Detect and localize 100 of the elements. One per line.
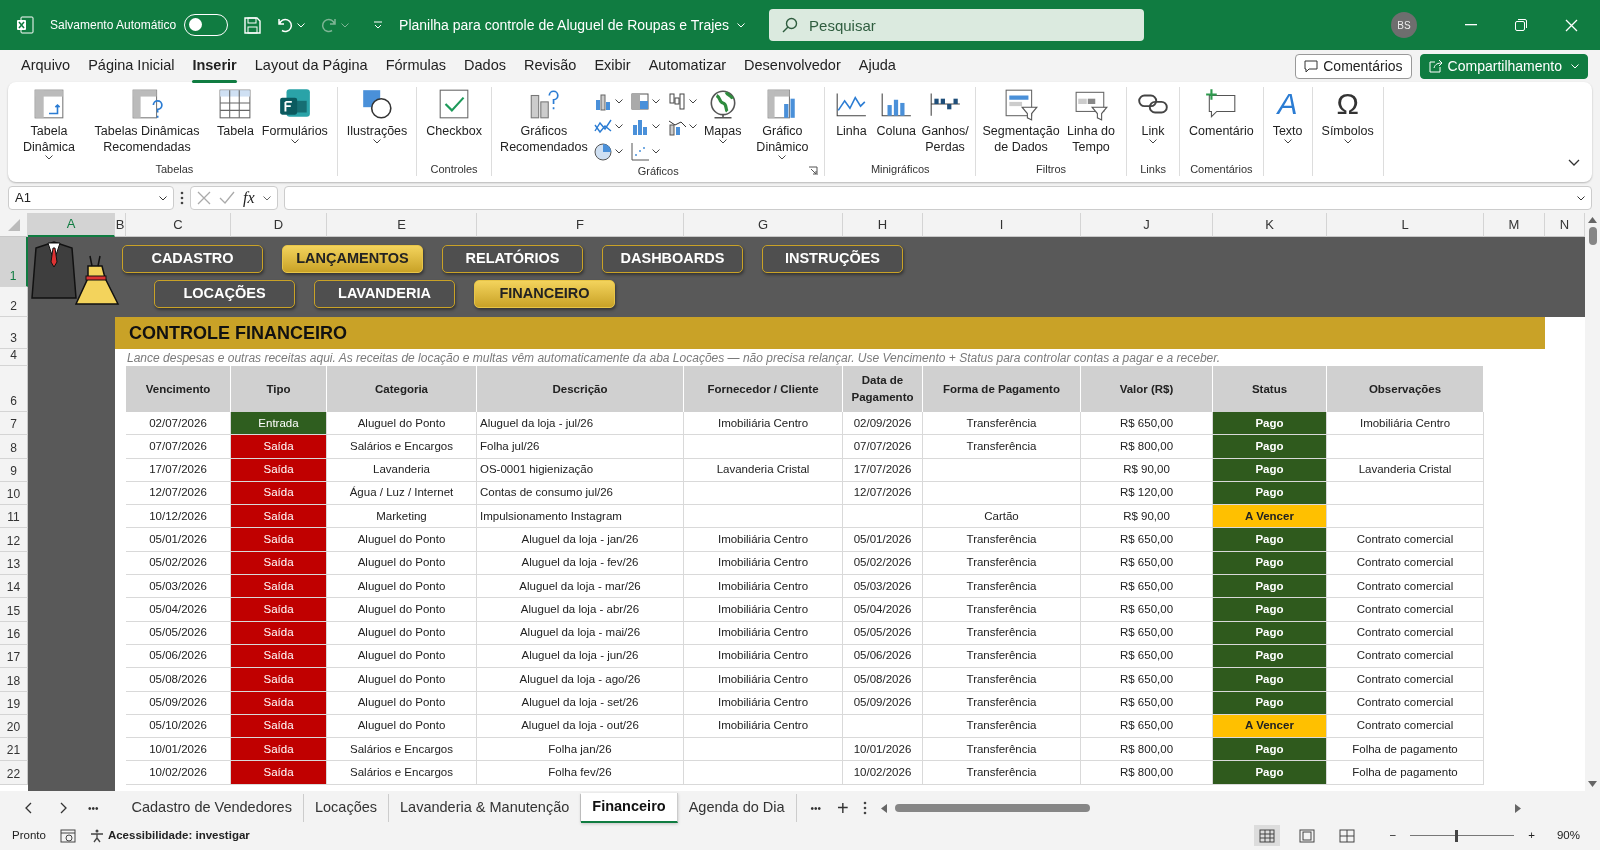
menu-tab[interactable]: Fórmulas bbox=[376, 51, 456, 81]
ribbon-button[interactable]: Ilustrações bbox=[343, 87, 411, 162]
zoom-out-button[interactable]: − bbox=[1389, 826, 1397, 845]
menu-tab[interactable]: Arquivo bbox=[12, 51, 80, 81]
column-header[interactable]: G bbox=[684, 213, 843, 237]
row-header[interactable]: 12 bbox=[0, 528, 28, 552]
row-header[interactable]: 9 bbox=[0, 458, 28, 482]
sheet-tab[interactable]: Agenda do Dia bbox=[677, 794, 797, 822]
row-header[interactable]: 11 bbox=[0, 505, 28, 529]
nav-button[interactable]: CADASTRO bbox=[122, 245, 263, 273]
accessibility-icon[interactable] bbox=[89, 828, 104, 843]
row-header[interactable]: 17 bbox=[0, 644, 28, 669]
menu-tab[interactable]: Automatizar bbox=[639, 51, 736, 81]
row-header[interactable]: 16 bbox=[0, 621, 28, 645]
ribbon-button[interactable]: Tabelas Dinâmicas Recomendadas bbox=[82, 87, 212, 162]
dialog-launcher-icon[interactable] bbox=[808, 166, 819, 176]
save-icon[interactable] bbox=[244, 16, 262, 34]
menu-tab[interactable]: Ajuda bbox=[849, 51, 905, 81]
nav-button[interactable]: LOCAÇÕES bbox=[154, 280, 295, 308]
menu-tab[interactable]: Dados bbox=[455, 51, 515, 81]
nav-button[interactable]: RELATÓRIOS bbox=[442, 245, 583, 273]
column-header[interactable]: N bbox=[1545, 213, 1585, 237]
scrollbar-thumb[interactable] bbox=[1588, 227, 1597, 245]
scrollbar-thumb[interactable] bbox=[894, 804, 1090, 812]
search-field[interactable]: Pesquisar bbox=[769, 9, 1145, 41]
row-header[interactable]: 18 bbox=[0, 668, 28, 692]
minimize-icon[interactable] bbox=[1465, 24, 1477, 26]
customize-icon[interactable] bbox=[373, 21, 384, 29]
ribbon-button[interactable]: Checkbox bbox=[423, 87, 485, 162]
row-header[interactable]: 21 bbox=[0, 738, 28, 762]
column-header[interactable]: A bbox=[28, 213, 115, 237]
zoom-thumb[interactable] bbox=[1454, 829, 1458, 842]
ribbon-button[interactable]: Coluna bbox=[873, 87, 920, 162]
menu-tab[interactable]: Exibir bbox=[585, 51, 640, 81]
avatar[interactable]: BS bbox=[1391, 12, 1417, 38]
menu-tab[interactable]: Revisão bbox=[515, 51, 586, 81]
sheet-tab[interactable]: Locações bbox=[303, 794, 389, 822]
ribbon-button[interactable]: Mapas bbox=[700, 87, 745, 164]
row-header[interactable]: 10 bbox=[0, 481, 28, 506]
nav-button[interactable]: LANÇAMENTOS bbox=[282, 245, 423, 273]
column-header[interactable]: J bbox=[1081, 213, 1213, 237]
column-header[interactable]: E bbox=[327, 213, 477, 237]
formula-input[interactable] bbox=[283, 186, 1592, 210]
column-header[interactable]: F bbox=[477, 213, 684, 237]
options-icon[interactable] bbox=[862, 801, 867, 815]
scroll-down-icon[interactable] bbox=[1588, 781, 1597, 787]
more-sheets-button[interactable]: ••• bbox=[82, 800, 105, 816]
nav-button[interactable]: FINANCEIRO bbox=[474, 280, 615, 308]
row-header[interactable]: 22 bbox=[0, 761, 28, 785]
insert-function-button[interactable]: fx bbox=[243, 186, 255, 210]
column-header[interactable]: D bbox=[231, 213, 327, 237]
share-button[interactable]: Compartilhamento bbox=[1419, 53, 1588, 79]
excel-icon[interactable] bbox=[16, 16, 34, 34]
row-header[interactable]: 19 bbox=[0, 691, 28, 715]
row-header[interactable]: 14 bbox=[0, 575, 28, 599]
column-header[interactable]: C bbox=[126, 213, 231, 237]
column-header[interactable]: M bbox=[1484, 213, 1545, 237]
row-header[interactable]: 1 bbox=[0, 237, 28, 287]
ribbon-button[interactable]: Linha do Tempo bbox=[1062, 87, 1121, 162]
ribbon-button[interactable]: Gráfico Dinâmico bbox=[746, 87, 819, 164]
sheet-tab[interactable]: Financeiro bbox=[581, 793, 678, 823]
name-box[interactable]: A1 bbox=[8, 186, 174, 210]
row-header[interactable]: 15 bbox=[0, 598, 28, 622]
nav-button[interactable]: LAVANDERIA bbox=[314, 280, 455, 308]
ribbon-button[interactable]: Tabela bbox=[214, 87, 257, 162]
nav-button[interactable]: INSTRUÇÕES bbox=[762, 245, 903, 273]
comments-button[interactable]: Comentários bbox=[1295, 53, 1412, 79]
column-header[interactable]: K bbox=[1213, 213, 1327, 237]
row-header[interactable]: 6 bbox=[0, 366, 28, 412]
menu-tab[interactable]: Inserir bbox=[183, 51, 246, 81]
ribbon-button[interactable]: Formulários bbox=[258, 87, 331, 162]
row-header[interactable]: 13 bbox=[0, 551, 28, 576]
menu-tab[interactable]: Layout da Página bbox=[245, 51, 377, 81]
sheet-tab[interactable]: Cadastro de Vendedores bbox=[120, 794, 304, 822]
scroll-up-icon[interactable] bbox=[1588, 217, 1597, 223]
ribbon-button[interactable]: Tabela Dinâmica bbox=[18, 87, 80, 162]
ribbon-button[interactable]: Link bbox=[1133, 87, 1174, 162]
column-header[interactable]: H bbox=[843, 213, 923, 237]
ribbon-button[interactable]: Ganhos/ Perdas bbox=[921, 87, 970, 162]
column-header[interactable]: L bbox=[1327, 213, 1484, 237]
row-header[interactable]: 7 bbox=[0, 412, 28, 436]
accessibility-status[interactable]: Acessibilidade: investigar bbox=[107, 826, 250, 845]
menu-tab[interactable]: Página Inicial bbox=[79, 51, 184, 81]
ribbon-button[interactable]: Comentário bbox=[1186, 87, 1257, 162]
ribbon-button[interactable]: Linha bbox=[831, 87, 872, 162]
more-icon[interactable] bbox=[180, 191, 184, 205]
column-header[interactable]: I bbox=[923, 213, 1081, 237]
row-header[interactable]: 3 bbox=[0, 317, 28, 349]
scroll-left-icon[interactable] bbox=[880, 803, 887, 813]
close-icon[interactable] bbox=[1565, 18, 1578, 32]
zoom-in-button[interactable]: + bbox=[1528, 826, 1535, 845]
row-header[interactable]: 8 bbox=[0, 435, 28, 459]
scroll-right-icon[interactable] bbox=[1514, 803, 1521, 813]
add-sheet-button[interactable]: + bbox=[831, 793, 855, 823]
zoom-level[interactable]: 90% bbox=[1556, 826, 1580, 845]
row-header[interactable]: 20 bbox=[0, 714, 28, 739]
document-title[interactable]: Planilha para controle de Aluguel de Roupas e Trajes bbox=[399, 14, 730, 36]
row-header[interactable]: 2 bbox=[0, 287, 28, 317]
ribbon-button[interactable]: Segmentação de Dados bbox=[982, 87, 1061, 162]
more-sheets-button[interactable]: ••• bbox=[804, 800, 828, 816]
